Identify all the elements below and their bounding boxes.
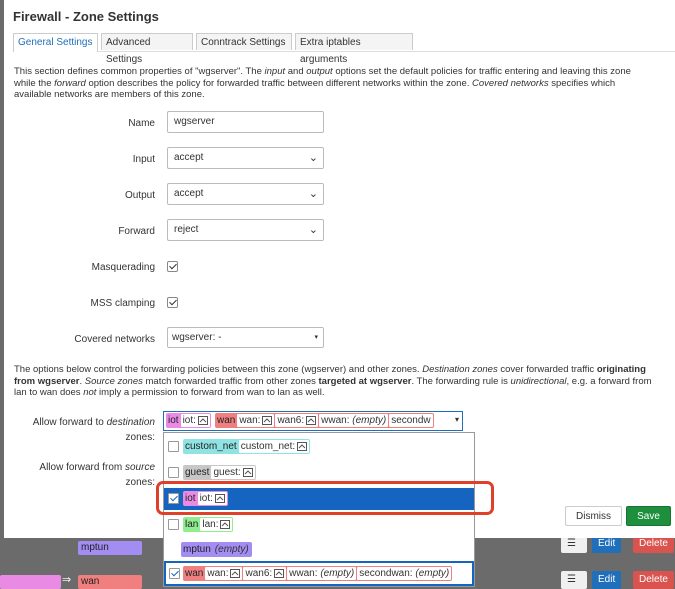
option-checkbox[interactable] [168, 441, 179, 452]
option-mptun[interactable]: mptun (empty) [164, 539, 474, 561]
chevron-down-icon: ⌄ [308, 224, 318, 236]
bg-menu-button-2[interactable]: ☰ [561, 571, 587, 589]
allow-dest-label: Allow forward to destination zones: [32, 417, 155, 443]
dismiss-button[interactable]: Dismiss [565, 506, 622, 526]
option-custom-net[interactable]: custom_net custom_net: [164, 436, 474, 458]
tab-extra-iptables[interactable]: Extra iptables arguments [295, 33, 413, 65]
network-icon [297, 441, 308, 451]
annotation-highlight [156, 481, 494, 515]
save-button[interactable]: Save [626, 506, 671, 526]
covered-networks-label: Covered networks [74, 334, 155, 345]
chevron-down-icon: ⌄ [308, 188, 318, 200]
name-label: Name [128, 118, 155, 129]
bg-edit-button-2[interactable]: Edit [592, 571, 622, 589]
forwarding-description: The options below control the forwarding… [14, 364, 652, 398]
option-checkbox[interactable] [168, 467, 179, 478]
network-icon [230, 568, 241, 578]
masquerading-checkbox[interactable] [167, 261, 178, 272]
name-input[interactable]: wgserver [167, 111, 324, 133]
chip-iot: iot iot: [166, 413, 211, 428]
network-icon [242, 467, 253, 477]
network-icon [220, 519, 231, 529]
input-label: Input [132, 154, 155, 165]
destination-zones-select[interactable]: iot iot: wan wan: wan6: wwan: (empty) secondw… [163, 411, 463, 431]
forward-policy-select[interactable]: reject ⌄ [167, 219, 324, 241]
option-lan[interactable]: lan lan: [164, 514, 474, 536]
tab-bar: General Settings Advanced Settings Connt… [13, 33, 675, 65]
tab-conntrack-settings[interactable]: Conntrack Settings [196, 33, 292, 50]
chevron-down-icon: ▾ [314, 334, 318, 341]
masquerading-label: Masquerading [91, 262, 155, 273]
option-checkbox[interactable] [168, 519, 179, 530]
allow-src-label: Allow forward from source zones: [39, 462, 155, 488]
mss-clamping-checkbox[interactable] [167, 297, 178, 308]
network-icon [262, 415, 273, 425]
input-policy-select[interactable]: accept ⌄ [167, 147, 324, 169]
modal-title: Firewall - Zone Settings [13, 9, 159, 24]
tab-advanced-settings[interactable]: Advanced Settings [101, 33, 193, 65]
bg-delete-button-2[interactable]: Delete [633, 571, 674, 589]
option-wan[interactable]: wan wan: wan6: wwan: (empty) secondwan: (emp… [164, 561, 474, 586]
dropdown-arrow-icon: ▾ [454, 415, 459, 424]
mss-clamping-label: MSS clamping [90, 298, 155, 309]
network-icon [274, 568, 285, 578]
bg-arrow: ⇒ [62, 574, 72, 586]
covered-networks-select[interactable]: wgserver: - ▾ [167, 327, 324, 348]
option-checkbox-checked[interactable] [169, 568, 180, 579]
bg-zone-mptun: mptun [78, 541, 142, 555]
network-icon [306, 415, 317, 425]
zone-description: This section defines common properties o… [14, 66, 631, 100]
forward-label: Forward [118, 226, 155, 237]
chip-wan: wan wan: wan6: wwan: (empty) secondw [214, 413, 434, 428]
tab-general-settings[interactable]: General Settings [13, 33, 98, 52]
chevron-down-icon: ⌄ [308, 152, 318, 164]
network-icon [197, 415, 208, 425]
output-policy-select[interactable]: accept ⌄ [167, 183, 324, 205]
output-label: Output [124, 190, 155, 201]
